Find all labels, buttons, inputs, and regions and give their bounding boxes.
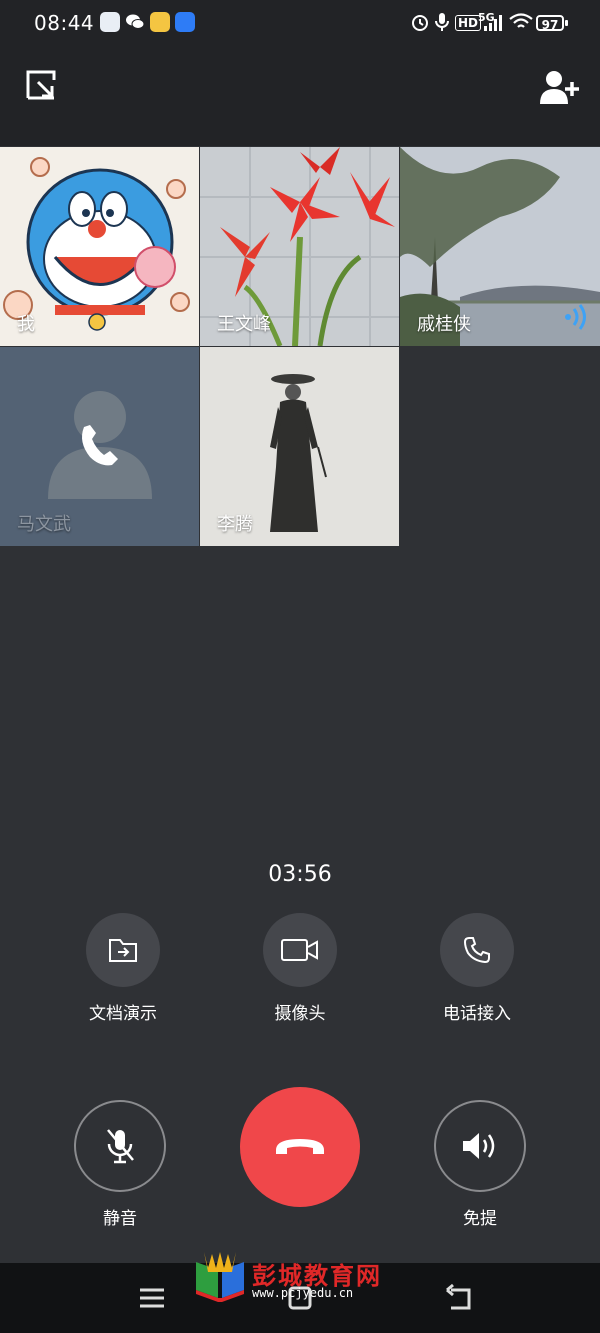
call-duration: 03:56	[268, 862, 332, 887]
participant-name: 马文武	[17, 514, 71, 535]
status-bar: 08:44 HD 5G 97	[0, 0, 600, 46]
phone-dial-in-button[interactable]: 电话接入	[417, 913, 537, 1024]
mic-off-icon	[74, 1100, 166, 1192]
mic-status-icon	[434, 12, 450, 36]
document-share-button[interactable]: 文档演示	[63, 913, 183, 1024]
participant-tile-ma[interactable]: 马文武	[0, 347, 199, 546]
notification-icon-1	[100, 12, 120, 32]
control-label: 摄像头	[274, 1004, 326, 1024]
share-document-icon	[86, 913, 160, 987]
watermark: 彭城教育网 www.pcjyedu.cn	[192, 1248, 392, 1308]
speaker-icon	[434, 1100, 526, 1192]
hang-up-button[interactable]	[240, 1087, 360, 1207]
signal-icon	[482, 14, 504, 36]
book-logo-icon	[196, 1252, 244, 1302]
control-label: 静音	[103, 1209, 137, 1229]
participant-tile-li[interactable]: 李腾	[200, 347, 399, 546]
watermark-url: www.pcjyedu.cn	[252, 1286, 354, 1300]
mute-button[interactable]: 静音	[60, 1100, 180, 1229]
participant-tile-me[interactable]: 我	[0, 147, 199, 346]
alarm-icon	[410, 12, 430, 36]
notification-icon-4	[175, 12, 195, 32]
call-header	[0, 46, 600, 146]
participant-tile-wang[interactable]: 王文峰	[200, 147, 399, 346]
status-time: 08:44	[34, 11, 95, 35]
camera-icon	[263, 913, 337, 987]
wechat-icon	[125, 12, 145, 32]
control-label: 免提	[463, 1209, 497, 1229]
control-label: 文档演示	[89, 1004, 157, 1024]
add-participant-icon[interactable]	[538, 68, 579, 108]
phone-icon	[440, 913, 514, 987]
battery-indicator: 97	[536, 15, 568, 32]
participant-name: 我	[17, 314, 35, 335]
wifi-icon	[509, 13, 533, 35]
control-label: 电话接入	[443, 1004, 511, 1024]
back-icon[interactable]	[443, 1282, 475, 1314]
participant-name: 王文峰	[217, 314, 271, 335]
participant-name: 李腾	[217, 514, 253, 535]
camera-button[interactable]: 摄像头	[240, 913, 360, 1024]
hang-up-icon	[276, 1139, 324, 1154]
speaker-button[interactable]: 免提	[420, 1100, 540, 1229]
menu-icon[interactable]	[136, 1282, 168, 1314]
minimize-window-icon[interactable]	[24, 68, 64, 108]
participant-tile-qi[interactable]: 戚桂侠	[400, 147, 600, 346]
participant-name: 戚桂侠	[417, 314, 471, 335]
notification-icon-3	[150, 12, 170, 32]
speaking-indicator-icon	[564, 304, 588, 334]
